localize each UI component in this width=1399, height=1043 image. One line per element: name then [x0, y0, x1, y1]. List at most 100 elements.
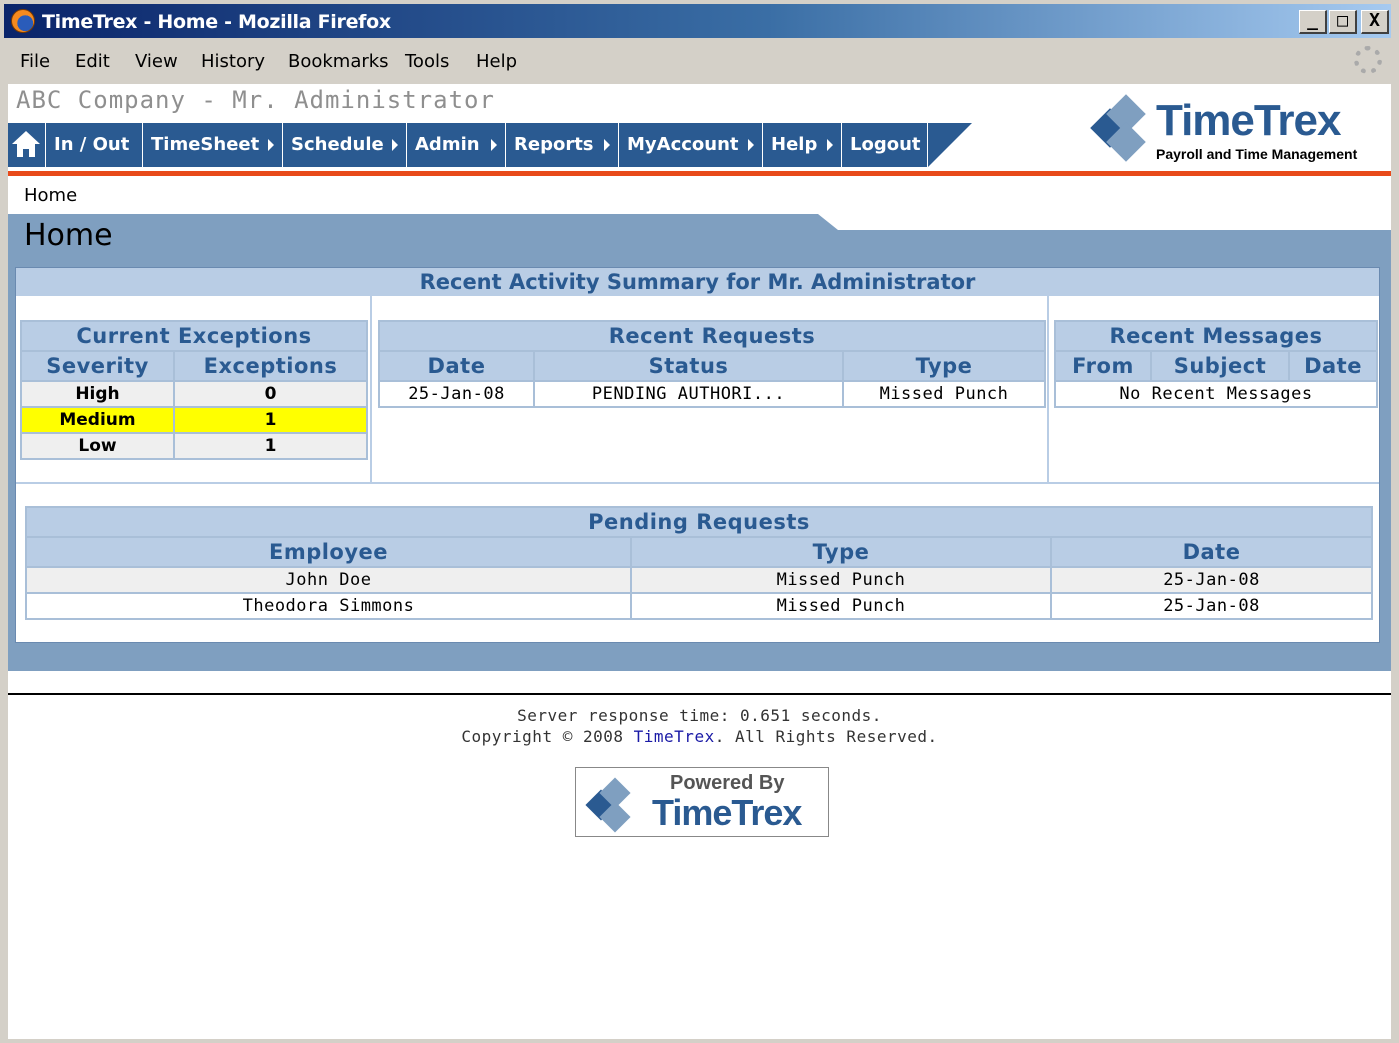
nav-schedule[interactable]: Schedule — [283, 123, 407, 167]
column-header[interactable]: Type — [842, 350, 1046, 382]
menu-history[interactable]: History — [201, 51, 265, 72]
menu-bookmarks[interactable]: Bookmarks — [288, 51, 389, 72]
close-button[interactable]: X — [1361, 10, 1389, 34]
footer-divider — [8, 693, 1391, 695]
main-nav: In / Out TimeSheet Schedule Admin Report… — [8, 123, 928, 167]
column-header[interactable]: Employee — [25, 536, 632, 568]
nav-label: MyAccount — [627, 134, 739, 155]
logo-subtitle: Payroll and Time Management — [1156, 146, 1358, 162]
breadcrumb: Home — [24, 185, 78, 206]
column-header[interactable]: Exceptions — [172, 350, 369, 382]
exception-count[interactable]: 1 — [172, 432, 369, 460]
powered-by-name: TimeTrex — [652, 792, 802, 833]
main-panel: Home Recent Activity Summary for Mr. Adm… — [8, 214, 1391, 671]
nav-label: Schedule — [291, 134, 384, 155]
nav-logout[interactable]: Logout — [842, 123, 928, 167]
pending-date[interactable]: 25-Jan-08 — [1049, 592, 1374, 620]
nav-tail — [928, 123, 972, 167]
minimize-button[interactable]: _ — [1299, 10, 1327, 34]
column-header[interactable]: From — [1054, 350, 1152, 382]
column-header[interactable]: Subject — [1150, 350, 1290, 382]
nav-label: Logout — [850, 134, 921, 155]
nav-label: Help — [771, 134, 818, 155]
severity-cell: Low — [20, 432, 175, 460]
menu-edit[interactable]: Edit — [75, 51, 110, 72]
divider — [1047, 296, 1049, 482]
pending-title: Pending Requests — [24, 506, 1374, 538]
divider — [16, 482, 1379, 484]
pending-type[interactable]: Missed Punch — [630, 566, 1052, 594]
request-status[interactable]: PENDING AUTHORI... — [533, 380, 844, 408]
submenu-arrow-icon — [268, 139, 274, 151]
column-header[interactable]: Date — [1049, 536, 1374, 568]
menu-tools[interactable]: Tools — [405, 51, 449, 72]
copyright: Copyright © 2008 TimeTrex. All Rights Re… — [8, 727, 1391, 746]
column-header[interactable]: Date — [378, 350, 535, 382]
timetrex-link[interactable]: TimeTrex — [634, 727, 715, 746]
menu-bar: File Edit View History Bookmarks Tools H… — [4, 40, 1391, 82]
throbber-icon — [1354, 46, 1382, 74]
nav-label: In / Out — [54, 134, 130, 155]
menu-help[interactable]: Help — [476, 51, 517, 72]
pending-date[interactable]: 25-Jan-08 — [1049, 566, 1374, 594]
column-header[interactable]: Status — [533, 350, 844, 382]
empty-messages: No Recent Messages — [1053, 380, 1379, 408]
recent-requests-table: Recent Requests Date Status Type 25-Jan-… — [378, 320, 1046, 408]
pending-type[interactable]: Missed Punch — [630, 592, 1052, 620]
browser-window: TimeTrex - Home - Mozilla Firefox _ □ X … — [0, 0, 1399, 1043]
header-rule — [8, 171, 1391, 176]
nav-label: TimeSheet — [151, 134, 260, 155]
column-header[interactable]: Type — [630, 536, 1052, 568]
logo-title: TimeTrex — [1156, 96, 1341, 145]
exception-count[interactable]: 1 — [172, 406, 369, 434]
exception-count: 0 — [172, 380, 369, 408]
nav-label: Reports — [514, 134, 594, 155]
request-type[interactable]: Missed Punch — [842, 380, 1046, 408]
severity-cell: High — [20, 380, 175, 408]
powered-by-badge[interactable]: Powered By TimeTrex — [575, 767, 829, 837]
nav-myaccount[interactable]: MyAccount — [619, 123, 763, 167]
panel-notch — [818, 214, 1391, 230]
copyright-prefix: Copyright © 2008 — [461, 727, 634, 746]
nav-in-out[interactable]: In / Out — [46, 123, 143, 167]
title-bar[interactable]: TimeTrex - Home - Mozilla Firefox _ □ X — [4, 4, 1391, 38]
table-row[interactable]: 25-Jan-08 PENDING AUTHORI... Missed Punc… — [378, 380, 1046, 408]
firefox-icon — [11, 9, 35, 33]
window-title: TimeTrex - Home - Mozilla Firefox — [42, 11, 391, 33]
submenu-arrow-icon — [748, 139, 754, 151]
pending-employee[interactable]: Theodora Simmons — [25, 592, 632, 620]
table-row[interactable]: John Doe Missed Punch 25-Jan-08 — [25, 566, 1374, 594]
server-response-time: Server response time: 0.651 seconds. — [517, 706, 882, 725]
request-date[interactable]: 25-Jan-08 — [378, 380, 535, 408]
timetrex-logo[interactable]: TimeTrex Payroll and Time Management — [1080, 92, 1380, 168]
company-user-label: ABC Company - Mr. Administrator — [16, 86, 495, 114]
divider — [370, 296, 372, 482]
copyright-suffix: . All Rights Reserved. — [714, 727, 938, 746]
home-icon[interactable] — [8, 123, 46, 167]
content-box: Recent Activity Summary for Mr. Administ… — [15, 267, 1380, 643]
maximize-button[interactable]: □ — [1329, 10, 1357, 34]
menu-file[interactable]: File — [20, 51, 50, 72]
nav-admin[interactable]: Admin — [407, 123, 506, 167]
submenu-arrow-icon — [604, 139, 610, 151]
column-header[interactable]: Date — [1287, 350, 1379, 382]
nav-reports[interactable]: Reports — [506, 123, 619, 167]
pending-employee[interactable]: John Doe — [25, 566, 632, 594]
submenu-arrow-icon — [491, 139, 497, 151]
column-header[interactable]: Severity — [20, 350, 175, 382]
nav-timesheet[interactable]: TimeSheet — [143, 123, 283, 167]
exceptions-title: Current Exceptions — [19, 320, 369, 352]
submenu-arrow-icon — [827, 139, 833, 151]
nav-label: Admin — [415, 134, 480, 155]
table-row[interactable]: Theodora Simmons Missed Punch 25-Jan-08 — [25, 592, 1374, 620]
recent-messages-table: Recent Messages From Subject Date No Rec… — [1053, 320, 1379, 408]
page-title: Home — [24, 218, 113, 253]
requests-title: Recent Requests — [378, 320, 1046, 352]
menu-view[interactable]: View — [135, 51, 178, 72]
nav-help[interactable]: Help — [763, 123, 842, 167]
messages-title: Recent Messages — [1053, 320, 1379, 352]
severity-cell: Medium — [20, 406, 175, 434]
submenu-arrow-icon — [392, 139, 398, 151]
summary-title: Recent Activity Summary for Mr. Administ… — [16, 268, 1379, 296]
exceptions-table: Current Exceptions Severity Exceptions H… — [19, 320, 369, 460]
